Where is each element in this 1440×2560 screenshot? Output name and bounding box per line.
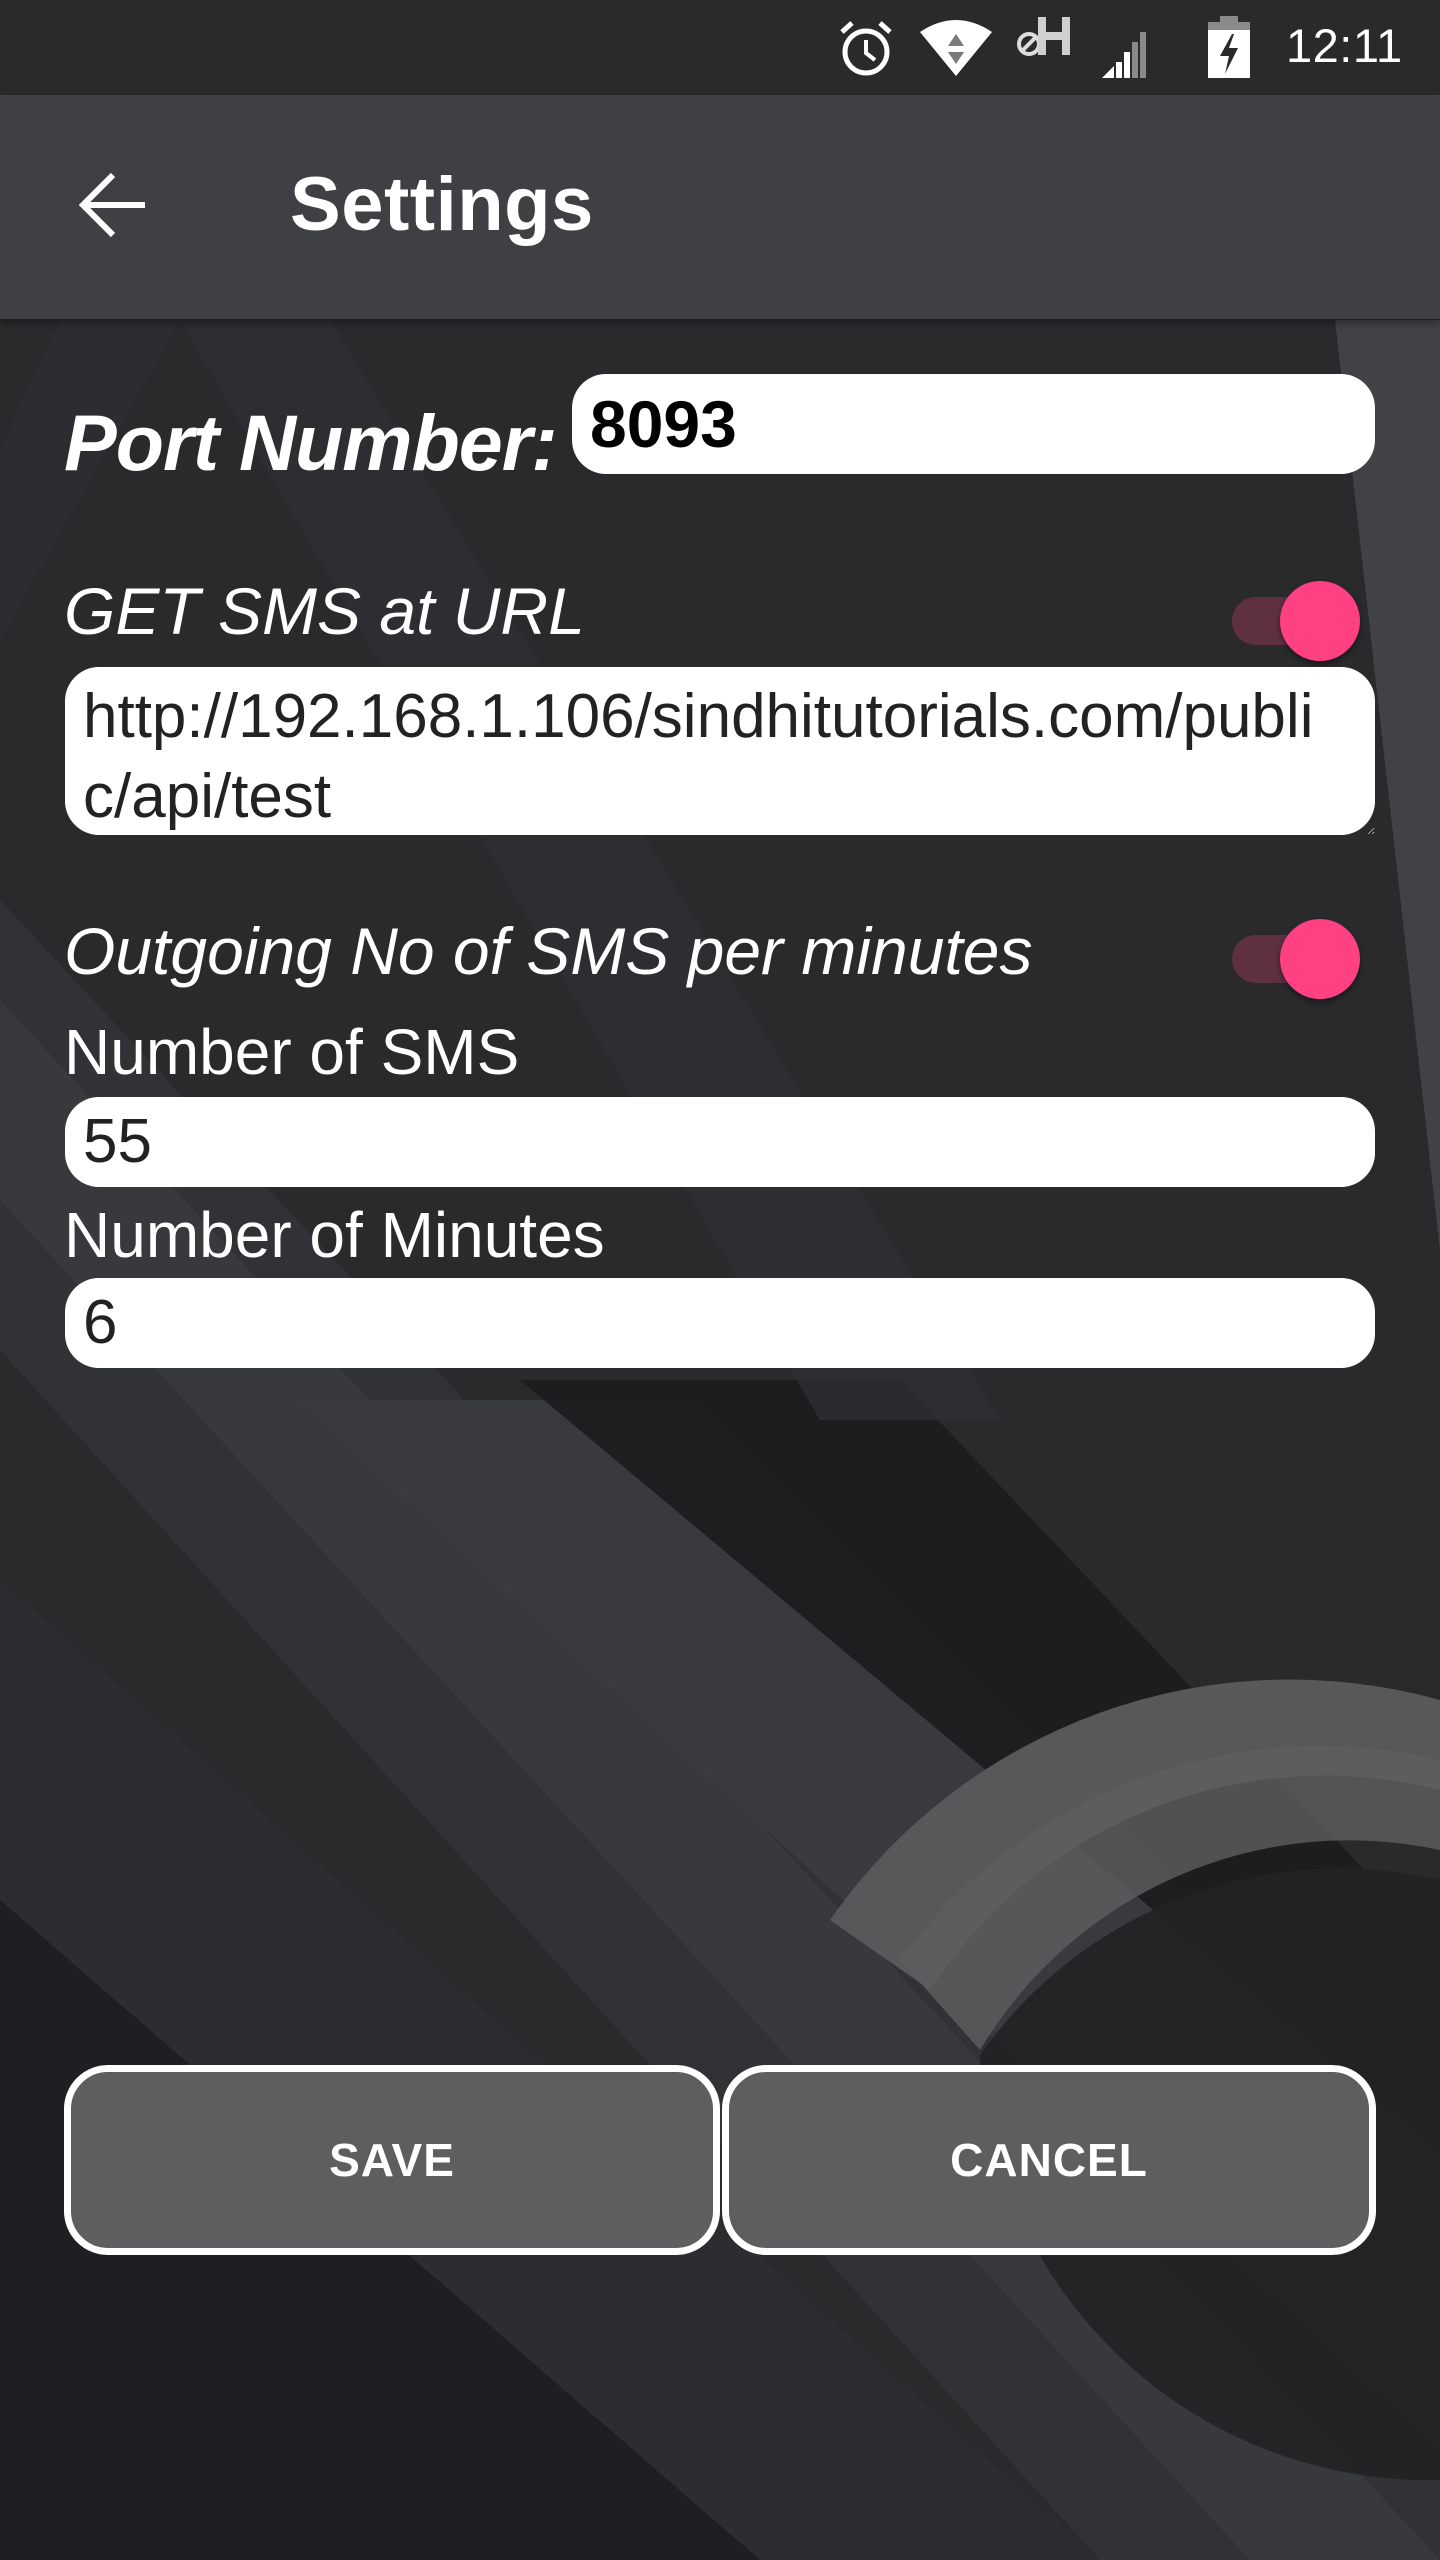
alarm-icon [840,21,892,76]
clock: 12:11 [1286,19,1403,72]
outgoing-sms-toggle[interactable] [1232,911,1372,999]
wifi-icon [920,20,992,76]
back-button[interactable] [62,155,162,255]
outgoing-sms-label: Outgoing No of SMS per minutes [64,914,1033,988]
toggle-thumb [1280,581,1360,661]
battery-charging-icon [1208,16,1250,78]
signal-icon [1102,32,1146,78]
port-number-label: Port Number: [64,398,558,487]
page-title: Settings [290,162,594,247]
port-number-input[interactable] [572,374,1375,474]
status-bar: 12:11 [0,0,1440,95]
number-of-minutes-label: Number of Minutes [64,1199,605,1271]
cancel-button[interactable]: CANCEL [722,2065,1376,2255]
number-of-sms-label: Number of SMS [64,1016,520,1088]
save-button[interactable]: SAVE [64,2065,720,2255]
data-h-icon [1017,17,1070,56]
get-sms-url-toggle[interactable] [1232,573,1372,661]
number-of-sms-input[interactable] [65,1097,1375,1187]
toolbar: Settings [0,95,1440,319]
toggle-thumb [1280,919,1360,999]
number-of-minutes-input[interactable] [65,1278,1375,1368]
arrow-left-icon [78,172,145,238]
get-sms-url-label: GET SMS at URL [64,574,585,648]
url-input[interactable]: http://192.168.1.106/sindhitutorials.com… [65,667,1375,835]
